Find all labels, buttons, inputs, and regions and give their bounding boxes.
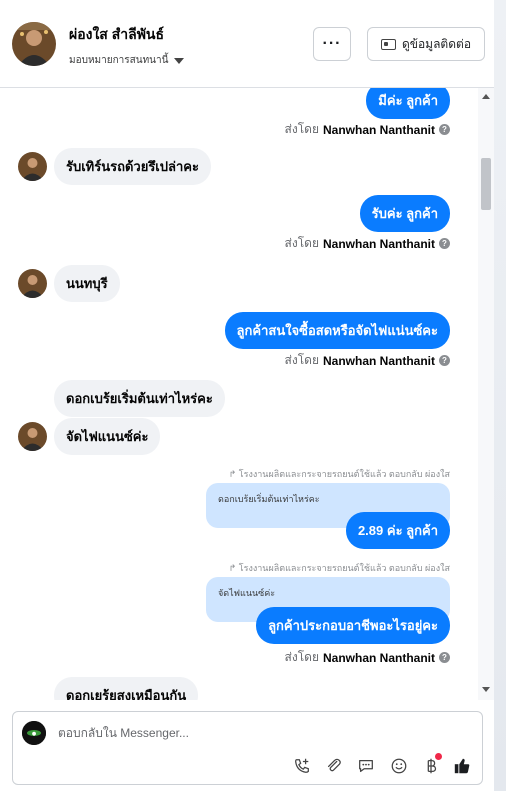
reply-context-label: ↱ โรงงานผลิตและกระจายรถยนต์ใช้แล้ว ตอบกล… bbox=[228, 469, 450, 479]
incoming-message[interactable]: จัดไฟแนนซ์ค่ะ bbox=[54, 418, 161, 455]
scroll-up-arrow-icon[interactable] bbox=[482, 94, 490, 99]
message-thread[interactable]: มีค่ะ ลูกค้า ส่งโดย Nanwhan Nanthanit ? … bbox=[0, 88, 494, 700]
sent-by-prefix: ส่งโดย bbox=[284, 650, 319, 664]
svg-text:●: ● bbox=[32, 731, 37, 737]
help-icon[interactable]: ? bbox=[439, 652, 450, 663]
sent-by-prefix: ส่งโดย bbox=[284, 236, 319, 250]
sent-by-prefix: ส่งโดย bbox=[284, 122, 319, 136]
attachment-icon[interactable] bbox=[324, 756, 344, 776]
contact-avatar-small bbox=[18, 269, 47, 298]
sent-by-line: ส่งโดย Nanwhan Nanthanit ? bbox=[285, 120, 450, 139]
help-icon[interactable]: ? bbox=[439, 124, 450, 135]
help-icon[interactable]: ? bbox=[439, 238, 450, 249]
assign-conversation-dropdown[interactable]: มอบหมายการสนทนานี้ bbox=[69, 53, 185, 68]
sent-by-agent: Nanwhan Nanthanit bbox=[322, 236, 435, 251]
caret-down-icon bbox=[174, 57, 185, 64]
assign-label: มอบหมายการสนทนานี้ bbox=[69, 55, 169, 66]
incoming-message[interactable]: นนทบุรี bbox=[54, 265, 120, 302]
outgoing-message[interactable]: มีค่ะ ลูกค้า bbox=[366, 88, 450, 119]
sent-by-prefix: ส่งโดย bbox=[284, 353, 319, 367]
sent-by-agent: Nanwhan Nanthanit bbox=[322, 650, 435, 665]
contact-avatar[interactable] bbox=[12, 22, 56, 66]
view-contact-info-button[interactable]: ดูข้อมูลติดต่อ bbox=[367, 27, 485, 61]
outgoing-message[interactable]: รับค่ะ ลูกค้า bbox=[359, 195, 450, 232]
reply-input[interactable] bbox=[58, 726, 358, 740]
contact-avatar-small bbox=[18, 422, 47, 451]
sent-by-line: ส่งโดย Nanwhan Nanthanit ? bbox=[285, 351, 450, 370]
reply-context-label: ↱ โรงงานผลิตและกระจายรถยนต์ใช้แล้ว ตอบกล… bbox=[228, 563, 450, 573]
notification-dot bbox=[435, 753, 442, 760]
outgoing-message[interactable]: ลูกค้าสนใจซื้อสดหรือจัดไฟแน่นซ์คะ bbox=[224, 312, 450, 349]
sent-by-agent: Nanwhan Nanthanit bbox=[322, 122, 435, 137]
conversation-header: ผ่องใส สำลีพันธ์ มอบหมายการสนทนานี้ ··· … bbox=[0, 0, 494, 88]
reply-composer: ● bbox=[12, 711, 483, 785]
like-thumbs-up-icon[interactable] bbox=[452, 756, 472, 776]
saved-replies-icon[interactable] bbox=[356, 756, 376, 776]
sent-by-line: ส่งโดย Nanwhan Nanthanit ? bbox=[285, 234, 450, 253]
reply-context-text: โรงงานผลิตและกระจายรถยนต์ใช้แล้ว ตอบกลับ… bbox=[238, 563, 450, 573]
page-avatar: ● bbox=[22, 721, 46, 745]
view-contact-info-label: ดูข้อมูลติดต่อ bbox=[401, 36, 472, 51]
outgoing-message[interactable]: ลูกค้าประกอบอาชีพอะไรอยู่คะ bbox=[256, 607, 450, 644]
sent-by-line: ส่งโดย Nanwhan Nanthanit ? bbox=[285, 648, 450, 667]
contact-card-icon bbox=[380, 38, 396, 50]
sent-by-agent: Nanwhan Nanthanit bbox=[322, 353, 435, 368]
help-icon[interactable]: ? bbox=[439, 355, 450, 366]
scrollbar-thumb[interactable] bbox=[481, 158, 491, 210]
outgoing-message[interactable]: 2.89 ค่ะ ลูกค้า bbox=[345, 512, 450, 549]
contact-avatar-small bbox=[18, 152, 47, 181]
reply-context-text: โรงงานผลิตและกระจายรถยนต์ใช้แล้ว ตอบกลับ… bbox=[238, 469, 450, 479]
thread-scrollbar[interactable] bbox=[478, 88, 494, 700]
contact-name[interactable]: ผ่องใส สำลีพันธ์ bbox=[69, 24, 164, 46]
incoming-message[interactable]: ดอกเยร้ยสงเหมือนกัน bbox=[54, 677, 199, 700]
emoji-icon[interactable] bbox=[389, 756, 409, 776]
window-edge bbox=[494, 0, 506, 791]
scroll-down-arrow-icon[interactable] bbox=[482, 687, 490, 692]
more-options-button[interactable]: ··· bbox=[313, 27, 351, 61]
incoming-message[interactable]: ดอกเบร้ยเริ่มต้นเท่าไหร่คะ bbox=[54, 380, 225, 417]
call-add-icon[interactable] bbox=[292, 756, 312, 776]
incoming-message[interactable]: รับเทิร์นรถด้วยรึเปล่าคะ bbox=[54, 148, 211, 185]
